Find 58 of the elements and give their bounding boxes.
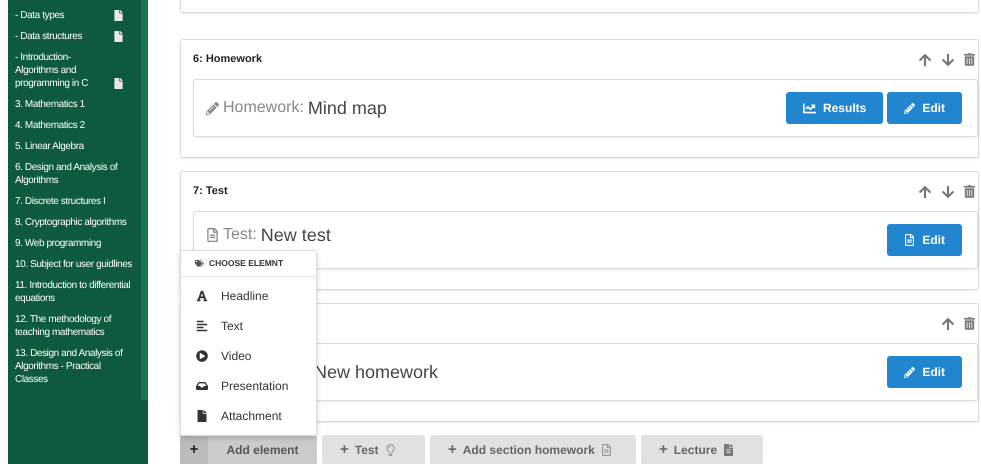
file-icon [206, 228, 219, 242]
results-button[interactable]: Results [786, 92, 884, 124]
test-add-button[interactable]: + Test [322, 435, 425, 464]
arrow-down-icon[interactable] [941, 184, 955, 198]
pencil-icon [206, 102, 219, 114]
sidebar-link[interactable]: - Data structures [15, 30, 82, 43]
lightbulb-icon [384, 444, 396, 456]
pencil-icon [904, 366, 916, 378]
lecture-add-button[interactable]: + Lecture [641, 435, 763, 464]
file-icon [196, 410, 208, 422]
menu-item[interactable]: Video [181, 341, 316, 371]
pencil-icon [904, 102, 916, 114]
play-icon [196, 350, 208, 362]
file-icon [723, 444, 734, 456]
file-icon [600, 444, 612, 456]
arrow-up-icon[interactable] [918, 184, 932, 198]
menu-item[interactable]: Text [181, 311, 316, 341]
edit-button[interactable]: Edit [887, 224, 962, 256]
menu-header: CHOOSE ELEMNT [209, 257, 284, 270]
section-heading: 7: Test [193, 184, 228, 200]
tray-icon [196, 380, 208, 392]
sidebar-link[interactable]: 5. Linear Algebra [15, 140, 84, 153]
sidebar-link[interactable]: 4. Mathematics 2 [15, 119, 85, 132]
tags-icon [195, 259, 204, 268]
edit-button[interactable]: Edit [887, 92, 962, 124]
arrow-up-icon[interactable] [941, 316, 955, 330]
menu-item[interactable]: Headline [181, 281, 316, 311]
menu-item[interactable]: Attachment [181, 401, 316, 431]
letter-a-icon [196, 290, 208, 302]
menu-item[interactable]: Presentation [181, 371, 316, 401]
sidebar-link[interactable]: 13. Design and Analysis of Algorithms - Practical Classes [15, 347, 135, 386]
sidebar-link[interactable]: 11. Introduction to differential equations [15, 279, 135, 305]
sidebar-link[interactable]: 10. Subject for user guidlines [15, 258, 132, 271]
element-title: Mind map [308, 96, 387, 120]
trash-icon[interactable] [964, 185, 975, 198]
sidebar-link[interactable]: - Data types [15, 9, 64, 22]
section-heading: 6: Homework [193, 52, 262, 68]
trash-icon[interactable] [964, 317, 975, 330]
file-icon [904, 234, 916, 246]
sidebar-link[interactable]: 9. Web programming [15, 237, 101, 250]
text-lines-icon [196, 320, 208, 332]
element-type: Test: [223, 225, 257, 245]
homework-add-button[interactable]: + Add section homework [430, 435, 636, 464]
edit-button[interactable]: Edit [887, 356, 962, 388]
sidebar-link[interactable]: 3. Mathematics 1 [15, 98, 85, 111]
sidebar-link[interactable]: 8. Cryptographic algorithms [15, 216, 126, 229]
sidebar-link[interactable]: 7. Discrete structures I [15, 195, 106, 208]
sidebar-link[interactable]: 12. The methodology of teaching mathematics [15, 313, 135, 339]
add-element-button[interactable]: + Add element [180, 435, 317, 464]
arrow-up-icon[interactable] [918, 52, 932, 66]
scrollbar[interactable] [141, 0, 148, 400]
sidebar-link[interactable]: 6. Design and Analysis of Algorithms [15, 161, 135, 187]
arrow-down-icon[interactable] [941, 52, 955, 66]
sidebar-link[interactable]: - Introduction-Algorithms and programming in C [15, 51, 110, 90]
element-title: New test [260, 224, 331, 246]
element-type: Homework: [223, 98, 304, 118]
line-chart-icon [802, 102, 816, 114]
trash-icon[interactable] [964, 53, 975, 66]
